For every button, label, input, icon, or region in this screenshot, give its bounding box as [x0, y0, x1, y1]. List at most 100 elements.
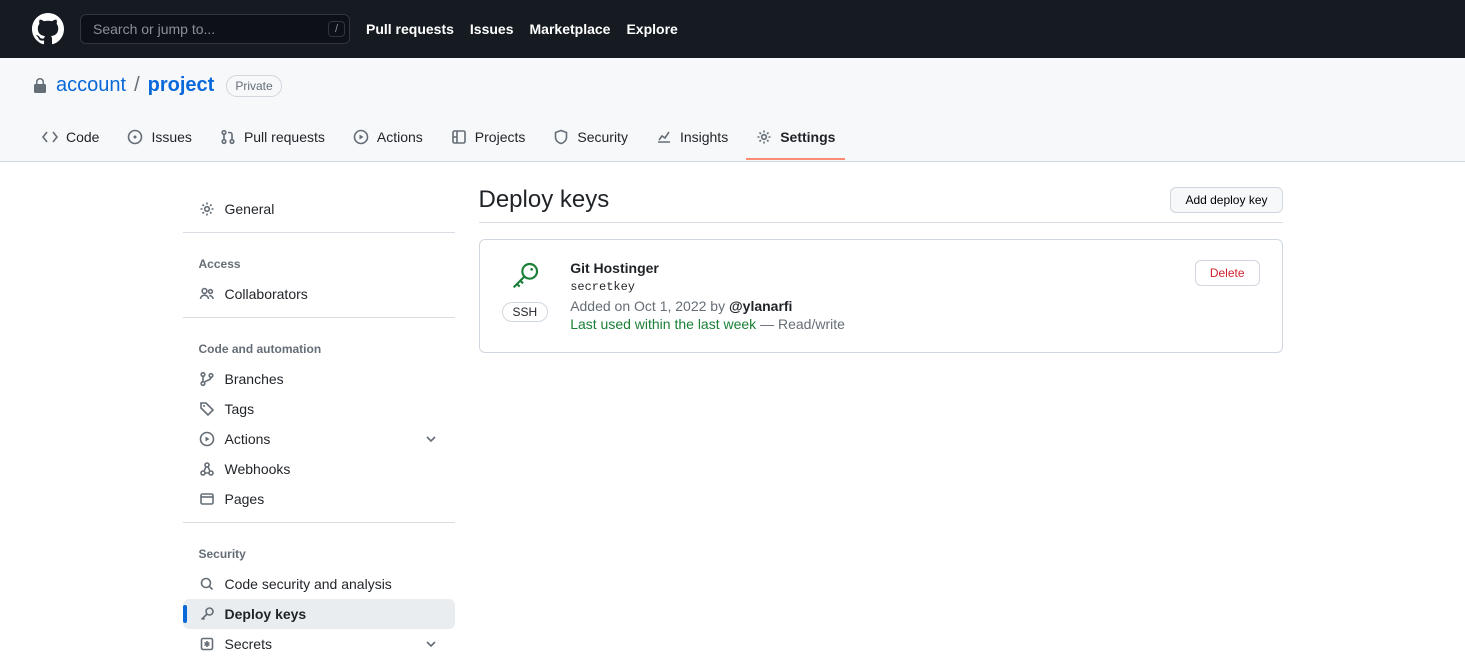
shield-icon [553, 129, 569, 145]
settings-layout: General Access Collaborators Code and au… [183, 186, 1283, 667]
global-search: / [80, 14, 350, 44]
page-header: Deploy keys Add deploy key [479, 186, 1283, 223]
sidebar-item-pages[interactable]: Pages [183, 484, 455, 514]
global-nav: Pull requests Issues Marketplace Explore [366, 21, 678, 37]
access-level: Read/write [778, 316, 845, 332]
repo-breadcrumb: account / project Private [0, 58, 1465, 97]
tab-label: Projects [475, 129, 526, 145]
settings-content: Deploy keys Add deploy key SSH Git Hosti… [479, 186, 1283, 667]
repo-tabs: Code Issues Pull requests Actions Projec… [0, 121, 1465, 161]
sidebar-item-label: General [225, 201, 275, 217]
deploy-key-status: Last used within the last week — Read/wr… [570, 316, 1173, 332]
tab-label: Code [66, 129, 99, 145]
sidebar-item-branches[interactable]: Branches [183, 364, 455, 394]
sidebar-item-tags[interactable]: Tags [183, 394, 455, 424]
tab-label: Security [577, 129, 628, 145]
gear-icon [756, 129, 772, 145]
deploy-key-author[interactable]: @ylanarfi [729, 298, 792, 314]
github-logo-icon[interactable] [32, 13, 64, 45]
deploy-key-icon-column: SSH [502, 260, 549, 322]
chevron-down-icon [423, 431, 439, 447]
sidebar-item-webhooks[interactable]: Webhooks [183, 454, 455, 484]
last-used-text: Last used within the last week [570, 316, 756, 332]
meta-date: Oct 1, 2022 [634, 298, 706, 314]
webhook-icon [199, 461, 215, 477]
visibility-badge: Private [226, 75, 281, 97]
repo-owner-link[interactable]: account [56, 74, 126, 97]
meta-text: by [706, 298, 729, 314]
sidebar-heading-security: Security [183, 531, 455, 569]
tab-label: Settings [780, 129, 835, 145]
sidebar-item-label: Code security and analysis [225, 576, 392, 592]
play-icon [199, 431, 215, 447]
tab-label: Insights [680, 129, 728, 145]
sidebar-item-actions[interactable]: Actions [183, 424, 455, 454]
tab-security[interactable]: Security [543, 121, 638, 161]
page-title: Deploy keys [479, 186, 1171, 214]
sidebar-item-general[interactable]: General [183, 194, 455, 224]
key-icon [199, 606, 215, 622]
issue-icon [127, 129, 143, 145]
nav-marketplace[interactable]: Marketplace [530, 21, 611, 37]
sidebar-item-label: Branches [225, 371, 284, 387]
sidebar-item-label: Tags [225, 401, 255, 417]
sidebar-item-collaborators[interactable]: Collaborators [183, 279, 455, 309]
chevron-down-icon [423, 636, 439, 652]
sidebar-item-code-security[interactable]: Code security and analysis [183, 569, 455, 599]
graph-icon [656, 129, 672, 145]
add-deploy-key-button[interactable]: Add deploy key [1170, 187, 1282, 213]
tab-label: Actions [377, 129, 423, 145]
project-icon [451, 129, 467, 145]
repo-header: account / project Private Code Issues Pu… [0, 58, 1465, 162]
search-shortcut-badge: / [328, 21, 345, 37]
tab-label: Pull requests [244, 129, 325, 145]
asterisk-icon [199, 636, 215, 652]
tab-label: Issues [151, 129, 191, 145]
pull-request-icon [220, 129, 236, 145]
global-header: / Pull requests Issues Marketplace Explo… [0, 0, 1465, 58]
code-icon [42, 129, 58, 145]
lock-icon [32, 78, 48, 94]
tab-actions[interactable]: Actions [343, 121, 433, 161]
branch-icon [199, 371, 215, 387]
sidebar-item-label: Pages [225, 491, 265, 507]
key-type-badge: SSH [502, 302, 549, 322]
deploy-key-fingerprint: secretkey [570, 280, 1173, 294]
scan-icon [199, 576, 215, 592]
repo-name-link[interactable]: project [148, 74, 215, 97]
sidebar-item-label: Deploy keys [225, 606, 307, 622]
nav-pull-requests[interactable]: Pull requests [366, 21, 454, 37]
deploy-key-title: Git Hostinger [570, 260, 1173, 276]
play-icon [353, 129, 369, 145]
tag-icon [199, 401, 215, 417]
deploy-key-added-meta: Added on Oct 1, 2022 by @ylanarfi [570, 298, 1173, 314]
key-icon [509, 260, 541, 292]
sidebar-item-secrets[interactable]: Secrets [183, 629, 455, 659]
sidebar-heading-automation: Code and automation [183, 326, 455, 364]
sidebar-heading-access: Access [183, 241, 455, 279]
sidebar-item-label: Collaborators [225, 286, 308, 302]
gear-icon [199, 201, 215, 217]
settings-sidebar: General Access Collaborators Code and au… [183, 186, 479, 667]
deploy-key-body: Git Hostinger secretkey Added on Oct 1, … [570, 260, 1173, 332]
nav-explore[interactable]: Explore [626, 21, 677, 37]
tab-pull-requests[interactable]: Pull requests [210, 121, 335, 161]
meta-text: Added on [570, 298, 634, 314]
browser-icon [199, 491, 215, 507]
deploy-key-card: SSH Git Hostinger secretkey Added on Oct… [479, 239, 1283, 353]
tab-code[interactable]: Code [32, 121, 109, 161]
tab-settings[interactable]: Settings [746, 121, 845, 161]
tab-insights[interactable]: Insights [646, 121, 738, 161]
search-input[interactable] [80, 14, 350, 44]
sidebar-item-label: Actions [225, 431, 271, 447]
sidebar-item-label: Secrets [225, 636, 272, 652]
sidebar-item-label: Webhooks [225, 461, 291, 477]
people-icon [199, 286, 215, 302]
breadcrumb-separator: / [134, 74, 140, 97]
sidebar-item-deploy-keys[interactable]: Deploy keys [183, 599, 455, 629]
nav-issues[interactable]: Issues [470, 21, 514, 37]
tab-issues[interactable]: Issues [117, 121, 201, 161]
delete-key-button[interactable]: Delete [1195, 260, 1260, 286]
access-separator: — [756, 316, 778, 332]
tab-projects[interactable]: Projects [441, 121, 536, 161]
